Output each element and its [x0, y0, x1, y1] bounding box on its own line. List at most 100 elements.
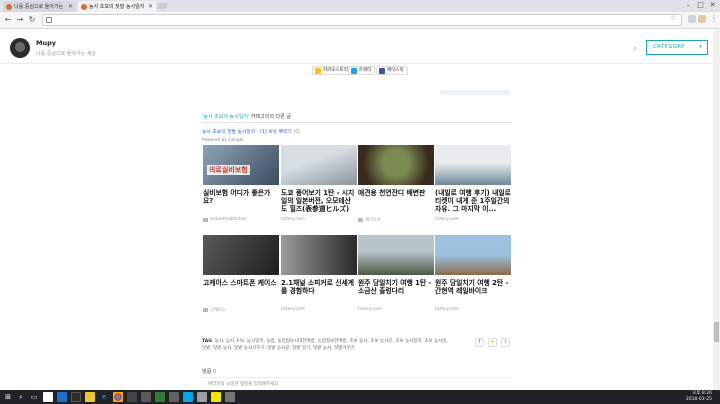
app-icon[interactable]: [155, 392, 165, 402]
favicon-icon: [81, 3, 87, 10]
thumbnail-badge: 의료실비보험: [207, 165, 250, 175]
recommended-card[interactable]: 원주 당일치기 여행 2탄 - 간현역 레일바이크 tistory.com: [435, 235, 511, 312]
app-icon[interactable]: [141, 392, 151, 402]
tag-label: TAG: [202, 339, 212, 344]
extension-icon[interactable]: [698, 15, 706, 23]
edge-icon[interactable]: e: [99, 392, 109, 402]
blog-name[interactable]: Mupy: [36, 39, 56, 47]
lock-icon: [46, 17, 52, 23]
card-source: tistory.com: [435, 307, 511, 312]
task-view-icon[interactable]: ▭: [29, 392, 39, 402]
card-source: 고케이스: [203, 307, 279, 313]
recommended-card[interactable]: 애견용 천연잔디 배변판 캐나다사: [358, 145, 434, 223]
bookmark-star-icon[interactable]: ☆: [670, 14, 676, 22]
twitter-icon: [351, 68, 357, 74]
chrome-icon[interactable]: [113, 392, 123, 402]
minimize-button[interactable]: –: [684, 1, 693, 10]
card-thumbnail: [358, 145, 434, 185]
explorer-icon[interactable]: [43, 392, 53, 402]
comment-input[interactable]: 여러분의 소중한 댓글을 입력해주세요: [202, 377, 512, 389]
address-bar[interactable]: [42, 14, 682, 26]
source-icon: [203, 217, 208, 222]
search-icon[interactable]: ⌕: [630, 44, 640, 54]
card-source: ssitummaifection: [203, 217, 279, 222]
share-label: 카카오스토리: [323, 68, 348, 73]
windows-icon[interactable]: ⊞: [3, 392, 13, 402]
divider: [202, 122, 512, 123]
card-source: 캐나다사: [358, 217, 434, 223]
card-source: tistory.com: [281, 217, 357, 222]
search-icon[interactable]: ⌕: [16, 392, 26, 402]
category-button[interactable]: CATEGORY ▾: [646, 40, 708, 55]
card-title: 실비보험 어디가 좋은가요?: [203, 189, 271, 206]
app-icon[interactable]: [127, 392, 137, 402]
card-source-label: tistory.com: [435, 307, 459, 312]
powered-by-google: Powered by Google: [202, 138, 244, 143]
share-facebook-button[interactable]: 페이스북: [376, 66, 408, 75]
extension-icon[interactable]: [688, 15, 696, 23]
related-suffix: 카테고리의 다른 글: [249, 114, 291, 120]
bookmark-icon[interactable]: ★: [488, 338, 497, 347]
close-tab-icon[interactable]: ✕: [148, 3, 153, 10]
app-icon[interactable]: [197, 392, 207, 402]
taskbar: ⊞ ⌕ ▭ e 오후 8:26 2018-03-25: [0, 390, 720, 404]
browser-tab[interactable]: 나를 중심으로 돌아가는 ✕: [3, 1, 76, 12]
app-icon[interactable]: [71, 392, 81, 402]
related-category-link[interactable]: '농사 초보의 농사일지': [202, 114, 249, 120]
app-icon[interactable]: [225, 392, 235, 402]
blog-header: Mupy 나를 중심으로 돌아가는 세상 ⌕ CATEGORY ▾: [0, 30, 720, 64]
tag-items[interactable]: 농사, 농사 초보, 농사일지, 농업, 농업정보시대한여름, 농업정보한여름,…: [202, 339, 448, 351]
card-title: (내일로 여행 후기) 내일로 티켓이 내게 준 1주일간의 자유. 그 마지막…: [435, 189, 511, 214]
card-thumbnail: [435, 235, 511, 275]
recommended-card[interactable]: 의료실비보험 실비보험 어디가 좋은가요? ssitummaifection: [203, 145, 279, 222]
card-title: 애견용 천연잔디 배변판: [358, 189, 426, 197]
recommended-card[interactable]: 원주 당일치기 여행 1탄 - 소금산 출렁다리 tistory.com: [358, 235, 434, 312]
card-title: 고케이스 스마트폰 케이스: [203, 279, 277, 287]
browser-tab-active[interactable]: 농사 초보의 첫발 농사일지 ✕: [78, 1, 156, 12]
source-icon: [358, 218, 363, 222]
back-icon[interactable]: ←: [3, 15, 13, 25]
tab-title: 농사 초보의 첫발 농사일지: [89, 4, 145, 10]
kakaotalk-icon[interactable]: [211, 392, 221, 402]
app-icon[interactable]: [169, 392, 179, 402]
card-thumbnail: [203, 235, 279, 275]
avatar[interactable]: [10, 38, 30, 58]
scrollbar-thumb[interactable]: [714, 322, 719, 342]
ad-placeholder: [440, 90, 510, 95]
share-label: 페이스북: [387, 68, 404, 73]
recommended-card[interactable]: 도쿄 풍어보기 1탄 - 시지일의 일본버전, 오모테산도 힐즈(表参道ヒルズ)…: [281, 145, 357, 222]
twitter-share-icon[interactable]: t: [501, 338, 510, 347]
kakaostory-icon: [315, 68, 321, 74]
related-posts-heading: '농사 초보의 농사일지' 카테고리의 다른 글: [202, 113, 291, 120]
share-kakaostory-button[interactable]: 카카오스토리: [312, 66, 352, 75]
share-twitter-button[interactable]: 트위터: [348, 66, 376, 75]
browser-menu-icon[interactable]: ⋮: [710, 14, 718, 23]
comment-count: (0): [291, 130, 301, 135]
card-thumbnail: [281, 235, 357, 275]
browser-tab-strip: 나를 중심으로 돌아가는 ✕ 농사 초보의 첫발 농사일지 ✕ – □ ✕: [0, 0, 720, 12]
blog-description: 나를 중심으로 돌아가는 세상: [36, 51, 96, 57]
matched-content-title[interactable]: 농사 초보의 첫발 농사일지 - (1) 씨앗 뿌리기 (0): [202, 128, 300, 135]
card-title: 원주 당일치기 여행 2탄 - 간현역 레일바이크: [435, 279, 509, 296]
explorer-icon[interactable]: [85, 392, 95, 402]
card-title: 원주 당일치기 여행 1탄 - 소금산 출렁다리: [358, 279, 432, 296]
recommended-card[interactable]: 2.1채널 소피커로 신세계를 경험하다 tistory.com: [281, 235, 357, 312]
new-tab-button[interactable]: [156, 3, 169, 9]
maximize-button[interactable]: □: [696, 1, 705, 10]
forward-icon[interactable]: →: [15, 15, 25, 25]
facebook-share-icon[interactable]: f: [475, 338, 484, 347]
card-title: 도쿄 풍어보기 1탄 - 시지일의 일본버전, 오모테산도 힐즈(表参道ヒルズ): [281, 189, 355, 214]
recommended-card[interactable]: 고케이스 스마트폰 케이스 고케이스: [203, 235, 279, 313]
share-label: 트위터: [359, 68, 372, 73]
recommended-card[interactable]: (내일로 여행 후기) 내일로 티켓이 내게 준 1주일간의 자유. 그 마지막…: [435, 145, 511, 222]
close-window-button[interactable]: ✕: [708, 1, 717, 10]
system-clock[interactable]: 오후 8:26 2018-03-25: [668, 391, 712, 403]
favicon-icon: [6, 3, 12, 10]
store-icon[interactable]: [183, 392, 193, 402]
reload-icon[interactable]: ↻: [27, 15, 37, 25]
app-icon[interactable]: [57, 392, 67, 402]
matched-content-label: 농사 초보의 첫발 농사일지 - (1) 씨앗 뿌리기: [202, 130, 292, 135]
chevron-down-icon: ▾: [699, 44, 702, 50]
card-thumbnail: [358, 235, 434, 275]
close-tab-icon[interactable]: ✕: [68, 3, 73, 10]
